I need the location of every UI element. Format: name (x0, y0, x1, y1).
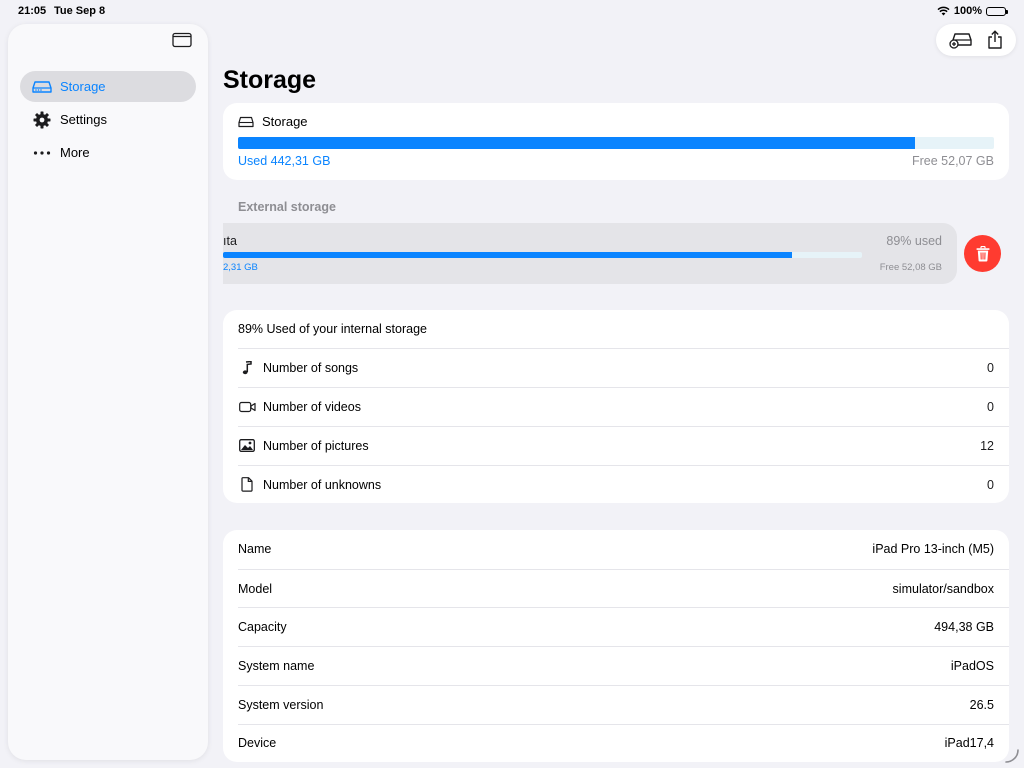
external-storage-percent: 89% used (886, 234, 942, 248)
status-indicators: 100% (937, 5, 1008, 17)
storage-header: Storage (238, 114, 308, 129)
info-label: Capacity (238, 620, 287, 635)
external-storage-used: 2,31 GB (223, 262, 258, 273)
stat-row-pictures: Number of pictures 12 (238, 426, 1009, 465)
storage-card: Storage Used 442,31 GB Free 52,07 GB (223, 103, 1009, 180)
document-icon (238, 476, 256, 494)
info-row-model: Model simulator/sandbox (238, 568, 1009, 608)
ellipsis-icon (32, 144, 52, 162)
add-drive-icon[interactable] (949, 31, 973, 49)
sidebar-item-label: More (60, 145, 90, 160)
video-icon (238, 398, 256, 416)
toolbar (936, 24, 1016, 56)
sidebar-toggle-icon[interactable] (172, 32, 192, 48)
info-label: System name (238, 658, 315, 673)
stat-value: 0 (987, 399, 994, 414)
stat-value: 0 (987, 360, 994, 375)
stat-row-songs: Number of songs 0 (238, 348, 1009, 387)
stat-label: Number of videos (263, 399, 361, 414)
stats-heading: 89% Used of your internal storage (238, 322, 427, 336)
external-storage-name: ıta (223, 234, 237, 248)
info-value: iPad17,4 (944, 736, 994, 751)
info-label: System version (238, 697, 324, 712)
storage-label: Storage (262, 114, 308, 129)
stat-value: 12 (980, 438, 994, 453)
sidebar-item-storage[interactable]: Storage (20, 71, 196, 102)
page-title: Storage (223, 66, 317, 94)
sidebar-item-label: Storage (60, 79, 106, 94)
info-label: Device (238, 736, 277, 751)
music-note-icon (238, 359, 256, 377)
sidebar-item-label: Settings (60, 112, 107, 127)
stat-value: 0 (987, 477, 994, 492)
info-row-capacity: Capacity 494,38 GB (238, 607, 1009, 646)
stat-label: Number of songs (263, 360, 359, 375)
external-storage-free: Free 52,08 GB (879, 262, 942, 273)
status-date: Tue Sep 8 (54, 5, 106, 17)
info-row-device: Device iPad17,4 (238, 723, 1009, 763)
storage-stats-card: 89% Used of your internal storage Number… (223, 310, 1009, 503)
info-row-name: Name iPad Pro 13-inch (M5) (238, 530, 1009, 569)
photo-icon (238, 437, 256, 455)
battery-percent: 100% (953, 5, 982, 17)
battery-icon (986, 6, 1008, 16)
delete-button[interactable] (964, 235, 1001, 272)
info-row-system-version: System version 26.5 (238, 684, 1009, 724)
sidebar-item-settings[interactable]: Settings (20, 104, 196, 135)
info-value: 26.5 (969, 697, 994, 712)
gear-icon (32, 111, 52, 129)
sidebar: Storage Settings More (8, 24, 208, 760)
storage-used: Used 442,31 GB (238, 154, 331, 168)
info-value: 494,38 GB (934, 620, 994, 635)
stat-row-unknowns: Number of unknowns 0 (238, 465, 1009, 504)
status-time: 21:05 (18, 5, 47, 17)
stat-label: Number of unknowns (263, 477, 382, 492)
storage-progress-bar (238, 137, 994, 149)
external-storage-row[interactable]: ıta 89% used 2,31 GB Free 52,08 GB (223, 223, 957, 284)
sidebar-item-more[interactable]: More (20, 137, 196, 168)
info-row-system-name: System name iPadOS (238, 646, 1009, 685)
share-icon[interactable] (987, 30, 1003, 50)
drive-icon (238, 116, 254, 127)
info-value: iPad Pro 13-inch (M5) (872, 542, 994, 557)
wifi-icon (937, 6, 950, 16)
drive-icon (32, 78, 52, 96)
storage-free: Free 52,07 GB (912, 154, 994, 168)
info-value: iPadOS (950, 658, 994, 673)
storage-progress-fill (238, 137, 915, 149)
trash-icon (976, 245, 989, 261)
resize-handle-icon[interactable] (1004, 748, 1020, 764)
external-storage-progress-bar (223, 252, 862, 258)
stat-row-videos: Number of videos 0 (238, 387, 1009, 426)
info-label: Name (238, 542, 272, 557)
stat-label: Number of pictures (263, 438, 369, 453)
info-label: Model (238, 581, 273, 596)
external-storage-header: External storage (238, 200, 336, 214)
info-value: simulator/sandbox (892, 581, 994, 596)
device-info-card: Name iPad Pro 13-inch (M5) Model simulat… (223, 530, 1009, 762)
external-storage-progress-fill (223, 252, 792, 258)
